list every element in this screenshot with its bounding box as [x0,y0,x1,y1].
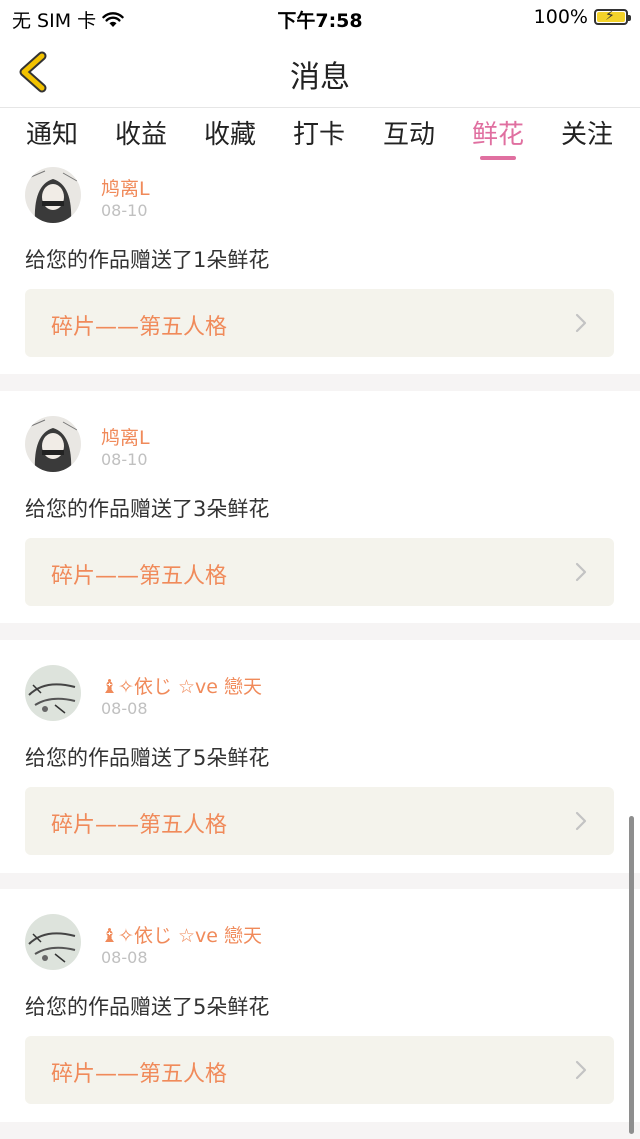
tab-notice[interactable]: 通知 [17,114,87,151]
tab-checkin[interactable]: 打卡 [284,114,354,151]
tab-earnings[interactable]: 收益 [106,114,176,151]
message-date: 08-08 [101,948,148,967]
girl-avatar-icon [25,167,81,223]
chevron-right-icon [575,313,587,333]
page-title: 消息 [290,60,350,95]
charging-bolt-icon: ⚡ [605,8,615,24]
tab-follow[interactable]: 关注 [552,114,622,151]
work-link[interactable]: 碎片——第五人格 [25,538,614,606]
message-card: 鸠离L 08-10 给您的作品赠送了1朵鲜花 碎片——第五人格 [0,160,640,374]
message-card: 鸠离L 08-10 给您的作品赠送了3朵鲜花 碎片——第五人格 [0,391,640,623]
user-avatar[interactable] [25,914,81,970]
user-avatar[interactable] [25,416,81,472]
work-title: 碎片——第五人格 [51,1062,228,1087]
sketch-avatar-icon [25,914,81,970]
message-date: 08-08 [101,699,148,718]
message-text: 给您的作品赠送了5朵鲜花 [25,995,270,1019]
nav-bar: 消息 [0,36,640,108]
chevron-right-icon [575,811,587,831]
message-card: ♝✧依じ ☆ve 戀天 08-08 给您的作品赠送了5朵鲜花 碎片——第五人格 [0,640,640,873]
battery-icon: ⚡ [594,8,631,25]
scrollbar[interactable] [629,816,634,1134]
battery-percent: 100% [533,6,588,28]
girl-avatar-icon [25,416,81,472]
user-avatar[interactable] [25,167,81,223]
message-text: 给您的作品赠送了1朵鲜花 [25,248,270,272]
user-name[interactable]: ♝✧依じ ☆ve 戀天 [101,921,262,948]
message-date: 08-10 [101,450,148,469]
user-avatar[interactable] [25,665,81,721]
user-name[interactable]: 鸠离L [101,174,150,201]
user-name[interactable]: ♝✧依じ ☆ve 戀天 [101,672,262,699]
message-date: 08-10 [101,201,148,220]
tab-bar: 通知 收益 收藏 打卡 互动 鲜花 关注 [0,108,640,160]
message-text: 给您的作品赠送了5朵鲜花 [25,746,270,770]
work-title: 碎片——第五人格 [51,315,228,340]
tab-flowers[interactable]: 鲜花 [463,114,533,160]
user-name[interactable]: 鸠离L [101,423,150,450]
tab-favorites[interactable]: 收藏 [195,114,265,151]
message-card: ♝✧依じ ☆ve 戀天 08-08 给您的作品赠送了5朵鲜花 碎片——第五人格 [0,889,640,1122]
sketch-avatar-icon [25,665,81,721]
work-title: 碎片——第五人格 [51,813,228,838]
chevron-right-icon [575,1060,587,1080]
tab-interaction[interactable]: 互动 [374,114,444,151]
chevron-right-icon [575,562,587,582]
work-link[interactable]: 碎片——第五人格 [25,1036,614,1104]
work-link[interactable]: 碎片——第五人格 [25,787,614,855]
work-title: 碎片——第五人格 [51,564,228,589]
status-bar: 无 SIM 卡 下午7:58 100% ⚡ [0,0,640,36]
battery-status: 100% ⚡ [533,6,631,28]
tab-flowers-label: 鲜花 [471,120,524,150]
message-text: 给您的作品赠送了3朵鲜花 [25,497,270,521]
work-link[interactable]: 碎片——第五人格 [25,289,614,357]
